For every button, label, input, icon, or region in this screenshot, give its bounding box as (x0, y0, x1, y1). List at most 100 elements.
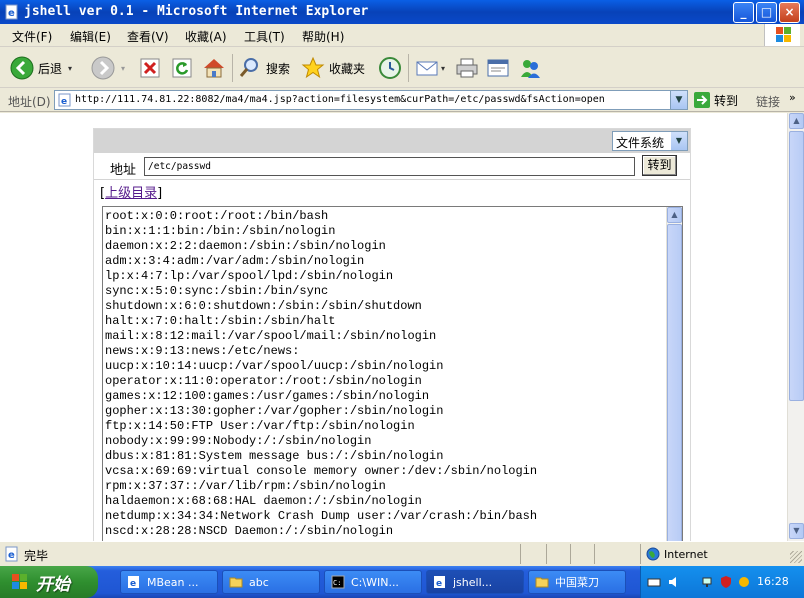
search-icon (239, 58, 258, 77)
go-label: 转到 (714, 93, 739, 108)
links-chevron-icon[interactable]: » (789, 91, 796, 104)
back-dropdown-icon[interactable]: ▾ (68, 64, 72, 73)
toolbar-separator (408, 54, 409, 82)
close-button[interactable]: × (779, 2, 800, 23)
windows-logo-icon (12, 574, 27, 589)
back-arrow-icon (10, 56, 34, 80)
file-line: rpm:x:37:37::/var/lib/rpm:/sbin/nologin (105, 479, 386, 493)
system-tray: 16:28 (640, 566, 804, 598)
refresh-button[interactable] (171, 54, 193, 82)
stop-icon (140, 58, 160, 78)
resize-grip[interactable] (790, 551, 802, 563)
favorites-button[interactable]: 收藏夹 (301, 54, 365, 82)
menu-tools[interactable]: 工具(T) (244, 28, 285, 45)
task-label: 中国菜刀 (555, 576, 599, 589)
address-dropdown-icon[interactable]: ▼ (670, 91, 687, 109)
filesystem-select[interactable]: 文件系统 ▼ (612, 131, 688, 151)
file-line: bin:x:1:1:bin:/bin:/sbin/nologin (105, 224, 336, 238)
task-mbean[interactable]: e MBean ... (120, 570, 218, 594)
home-button[interactable] (202, 54, 226, 82)
search-button[interactable]: 搜索 (238, 54, 290, 82)
task-caidao[interactable]: 中国菜刀 (528, 570, 626, 594)
filesystem-select-value: 文件系统 (616, 136, 665, 150)
menu-help[interactable]: 帮助(H) (302, 28, 344, 45)
chevron-down-icon[interactable]: ▼ (671, 132, 687, 150)
forward-arrow-icon (91, 56, 115, 80)
file-line: vcsa:x:69:69:virtual console memory owne… (105, 464, 538, 478)
back-button[interactable]: 后退 ▾ (10, 54, 72, 82)
file-line: news:x:9:13:news:/etc/news: (105, 344, 300, 358)
status-bar: e 完毕 Internet (0, 541, 804, 565)
security-shield-icon[interactable] (719, 575, 733, 589)
ie-page-icon: e (5, 546, 18, 562)
task-abc[interactable]: abc (222, 570, 320, 594)
app-tray-icon[interactable] (737, 575, 751, 589)
file-line: mail:x:8:12:mail:/var/spool/mail:/sbin/n… (105, 329, 437, 343)
status-cell (546, 544, 570, 564)
file-line: halt:x:7:0:halt:/sbin:/sbin/halt (105, 314, 336, 328)
ie-page-icon: e (434, 576, 445, 589)
forward-button[interactable]: ▾ (91, 54, 125, 82)
start-button[interactable]: 开始 (0, 566, 98, 598)
file-line: lp:x:4:7:lp:/var/spool/lpd:/sbin/nologin (105, 269, 394, 283)
file-line: nobody:x:99:99:Nobody:/:/sbin/nologin (105, 434, 372, 448)
file-line: adm:x:3:4:adm:/var/adm:/sbin/nologin (105, 254, 365, 268)
file-scroll-thumb[interactable] (667, 224, 682, 541)
file-line: shutdown:x:6:0:shutdown:/sbin:/sbin/shut… (105, 299, 422, 313)
title-bar[interactable]: e jshell ver 0.1 - Microsoft Internet Ex… (0, 0, 804, 24)
file-line: ftp:x:14:50:FTP User:/var/ftp:/sbin/nolo… (105, 419, 415, 433)
svg-text:e: e (61, 97, 67, 107)
network-icon[interactable] (701, 575, 715, 589)
toolbar-separator (232, 54, 233, 82)
star-icon (301, 56, 325, 79)
edit-button[interactable] (486, 54, 510, 82)
minimize-button[interactable]: _ (733, 2, 754, 23)
page-scrollbar[interactable]: ▲ ▼ (787, 113, 804, 541)
standard-toolbar: 后退 ▾ ▾ 搜索 收藏夹 ▾ (0, 48, 804, 88)
volume-icon[interactable] (667, 575, 681, 589)
scroll-up-icon[interactable]: ▲ (667, 207, 682, 223)
mail-icon (416, 61, 438, 76)
history-button[interactable] (378, 54, 402, 82)
back-label: 后退 (38, 61, 63, 76)
path-input[interactable] (144, 157, 635, 176)
ie-page-icon: e (5, 4, 18, 20)
task-label: C:\WIN... (351, 575, 399, 589)
edit-icon (487, 59, 509, 77)
menu-edit[interactable]: 编辑(E) (70, 28, 111, 45)
bracket-close: ] (157, 186, 163, 201)
menu-file[interactable]: 文件(F) (12, 28, 52, 45)
maximize-button[interactable]: □ (756, 2, 777, 23)
status-cell (570, 544, 594, 564)
keyboard-icon[interactable] (647, 575, 661, 589)
page-scroll-thumb[interactable] (789, 131, 804, 401)
print-button[interactable] (455, 54, 479, 82)
forward-dropdown-icon[interactable]: ▾ (121, 64, 125, 73)
stop-button[interactable] (139, 54, 161, 82)
svg-text:e: e (8, 550, 15, 561)
messenger-button[interactable] (518, 54, 542, 82)
links-label[interactable]: 链接 (756, 93, 780, 110)
menu-favorites[interactable]: 收藏(A) (185, 28, 227, 45)
file-line: operator:x:11:0:operator:/root:/sbin/nol… (105, 374, 422, 388)
address-input[interactable]: e http://111.74.81.22:8082/ma4/ma4.jsp?a… (54, 90, 688, 110)
panel-header: 文件系统 ▼ (94, 129, 690, 153)
mail-dropdown-icon[interactable]: ▾ (441, 64, 445, 73)
menu-view[interactable]: 查看(V) (127, 28, 169, 45)
task-jshell[interactable]: e jshell... (426, 570, 524, 594)
scroll-up-icon[interactable]: ▲ (789, 113, 804, 129)
scroll-down-icon[interactable]: ▼ (789, 523, 804, 539)
path-go-button[interactable]: 转到 (642, 155, 677, 176)
task-label: jshell... (453, 575, 493, 589)
task-cmd[interactable]: C: C:\WIN... (324, 570, 422, 594)
page-content: 文件系统 ▼ 地址 转到 [上级目录] root:x:0:0:root:/roo… (0, 113, 787, 541)
svg-text:C:: C: (333, 579, 341, 587)
file-content-textarea[interactable]: root:x:0:0:root:/root:/bin/bash bin:x:1:1… (102, 206, 683, 541)
svg-text:e: e (8, 8, 15, 19)
parent-dir-link[interactable]: 上级目录 (105, 186, 157, 201)
mail-button[interactable]: ▾ (415, 54, 445, 82)
ie-window: e jshell ver 0.1 - Microsoft Internet Ex… (0, 0, 804, 598)
file-scrollbar[interactable]: ▲ (666, 207, 682, 541)
go-button[interactable]: 转到 (694, 91, 738, 109)
file-line: games:x:12:100:games:/usr/games:/sbin/no… (105, 389, 430, 403)
